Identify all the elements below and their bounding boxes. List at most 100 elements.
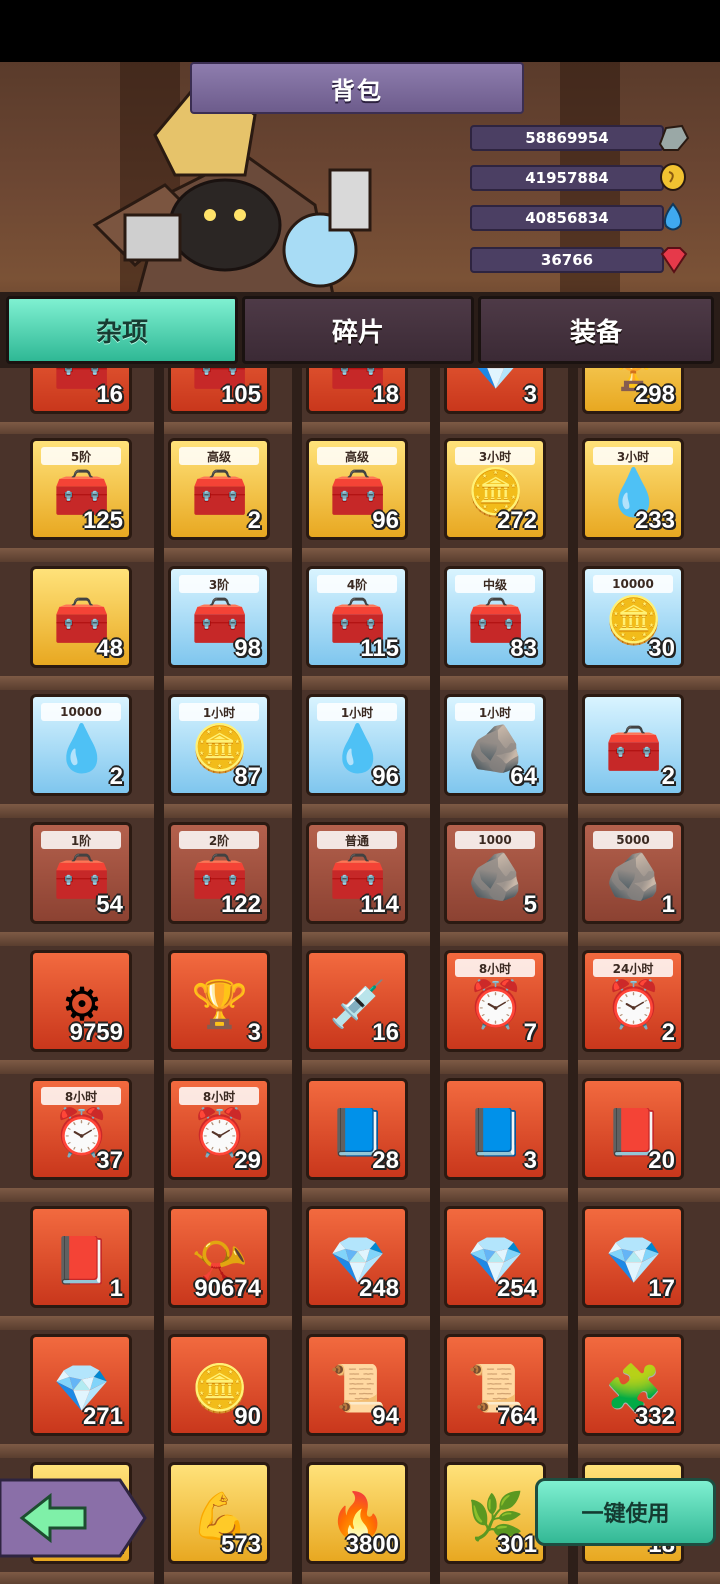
inventory-item[interactable]: 🧰 4阶 115 [306, 566, 408, 668]
item-count: 1 [109, 1275, 123, 1302]
item-count: 114 [360, 891, 399, 918]
shelf-post [568, 368, 578, 1584]
item-tier-label: 10000 [41, 703, 121, 721]
inventory-item[interactable]: ⏰ 24小时 2 [582, 950, 684, 1052]
item-count: 271 [82, 1403, 123, 1430]
tab-equipment[interactable]: 装备 [478, 296, 714, 364]
inventory-item[interactable]: 🧰16 [30, 368, 132, 414]
inventory-item[interactable]: 💪 573 [168, 1462, 270, 1564]
item-count: 7 [523, 1019, 537, 1046]
inventory-item[interactable]: 💧 1小时 96 [306, 694, 408, 796]
item-tier-label: 5000 [593, 831, 673, 849]
inventory-item[interactable]: 🧰 48 [30, 566, 132, 668]
shelf-post [292, 368, 302, 1584]
inventory-item[interactable]: 🧩 332 [582, 1334, 684, 1436]
tab-fragments[interactable]: 碎片 [242, 296, 474, 364]
item-tier-label: 1000 [455, 831, 535, 849]
inventory-item[interactable]: 🪙 90 [168, 1334, 270, 1436]
tab-misc[interactable]: 杂项 [6, 296, 238, 364]
inventory-item[interactable]: ⏰ 8小时 29 [168, 1078, 270, 1180]
inventory-item[interactable]: ⏰ 8小时 7 [444, 950, 546, 1052]
item-count: 1 [661, 891, 675, 918]
item-count: 29 [234, 1147, 261, 1174]
resource-stone: 58869954 [470, 122, 690, 151]
resource-value: 40856834 [470, 205, 664, 231]
inventory-item[interactable]: 🌿 301 [444, 1462, 546, 1564]
inventory-item[interactable]: 💉 16 [306, 950, 408, 1052]
item-tier-label: 8小时 [455, 959, 535, 977]
inventory-item[interactable]: 🪨 5000 1 [582, 822, 684, 924]
shelf-plank [0, 1188, 720, 1202]
resource-value: 36766 [470, 247, 664, 273]
inventory-item[interactable]: 📕 20 [582, 1078, 684, 1180]
inventory-item[interactable]: 🪙 3小时 272 [444, 438, 546, 540]
inventory-item[interactable]: 🧰 1阶 54 [30, 822, 132, 924]
item-count: 18 [372, 381, 399, 408]
inventory-grid: 🧰16🧰105🧰18💎3🏆298🧰5阶125🧰高级2🧰高级96🪙3小时272💧3… [0, 368, 720, 1584]
item-count: 125 [82, 507, 123, 534]
inventory-item[interactable]: 🪨 1小时 64 [444, 694, 546, 796]
item-tier-label: 2阶 [179, 831, 259, 849]
item-count: 3 [523, 1147, 537, 1174]
inventory-item[interactable]: 🧰 中级 83 [444, 566, 546, 668]
item-count: 16 [96, 381, 123, 408]
shelf-plank [0, 1060, 720, 1074]
back-button[interactable] [0, 1472, 150, 1564]
inventory-item[interactable]: 🧰 高级 2 [168, 438, 270, 540]
shelf-plank [0, 676, 720, 690]
inventory-item[interactable]: 🪙 1小时 87 [168, 694, 270, 796]
category-tabs: 杂项 碎片 装备 [0, 292, 720, 368]
inventory-item[interactable]: 🧰 2 [582, 694, 684, 796]
inventory-item[interactable]: 📯 90674 [168, 1206, 270, 1308]
item-count: 2 [661, 1019, 675, 1046]
item-count: 115 [360, 635, 399, 662]
inventory-item[interactable]: 🔥 3800 [306, 1462, 408, 1564]
inventory-item[interactable]: ⚙ 9759 [30, 950, 132, 1052]
inventory-item[interactable]: 🧰 5阶 125 [30, 438, 132, 540]
item-tier-label: 普通 [317, 831, 397, 849]
inventory-item[interactable]: 💎3 [444, 368, 546, 414]
inventory-item[interactable]: 📜 94 [306, 1334, 408, 1436]
item-count: 2 [247, 507, 261, 534]
inventory-item[interactable]: 💧 3小时 233 [582, 438, 684, 540]
inventory-item[interactable]: 📜 764 [444, 1334, 546, 1436]
item-count: 90 [234, 1403, 261, 1430]
inventory-item[interactable]: 📕 1 [30, 1206, 132, 1308]
inventory-item[interactable]: ⏰ 8小时 37 [30, 1078, 132, 1180]
inventory-item[interactable]: 🏆 3 [168, 950, 270, 1052]
inventory-item[interactable]: 📘 28 [306, 1078, 408, 1180]
inventory-item[interactable]: 🧰 高级 96 [306, 438, 408, 540]
resource-ruby: 36766 [470, 244, 690, 274]
shelf-plank [0, 1316, 720, 1330]
item-count: 83 [510, 635, 537, 662]
item-tier-label: 3阶 [179, 575, 259, 593]
resource-water: 40856834 [470, 202, 690, 231]
item-count: 298 [634, 381, 675, 408]
inventory-item[interactable]: 🧰18 [306, 368, 408, 414]
item-count: 3 [523, 381, 537, 408]
item-count: 254 [496, 1275, 537, 1302]
inventory-item[interactable]: 🧰105 [168, 368, 270, 414]
inventory-item[interactable]: 🧰 普通 114 [306, 822, 408, 924]
inventory-item[interactable]: 📘 3 [444, 1078, 546, 1180]
inventory-item[interactable]: 💧 10000 2 [30, 694, 132, 796]
item-tier-label: 1小时 [317, 703, 397, 721]
inventory-item[interactable]: 🪙 10000 30 [582, 566, 684, 668]
inventory-item[interactable]: 🧰 2阶 122 [168, 822, 270, 924]
shelf-plank [0, 932, 720, 946]
inventory-item[interactable]: 🧰 3阶 98 [168, 566, 270, 668]
inventory-item[interactable]: 💎 17 [582, 1206, 684, 1308]
use-all-button[interactable]: 一键使用 [535, 1478, 716, 1546]
item-tier-label: 5阶 [41, 447, 121, 465]
shelf-plank [0, 1572, 720, 1584]
item-count: 30 [648, 635, 675, 662]
water-drop-icon [663, 202, 683, 231]
item-count: 96 [372, 763, 399, 790]
inventory-item[interactable]: 💎 248 [306, 1206, 408, 1308]
inventory-item[interactable]: 🏆298 [582, 368, 684, 414]
item-count: 16 [372, 1019, 399, 1046]
inventory-item[interactable]: 💎 254 [444, 1206, 546, 1308]
inventory-item[interactable]: 🪨 1000 5 [444, 822, 546, 924]
inventory-item[interactable]: 💎 271 [30, 1334, 132, 1436]
item-count: 248 [358, 1275, 399, 1302]
